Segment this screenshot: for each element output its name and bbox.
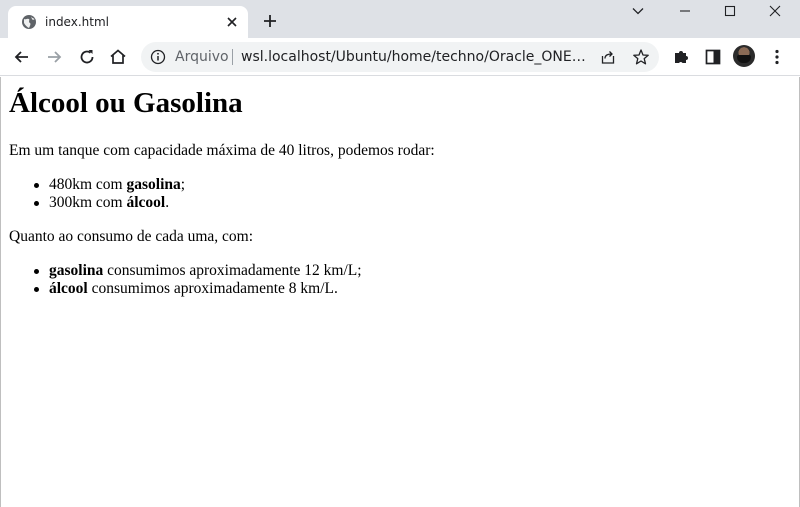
back-icon[interactable] [12,47,32,67]
consumption-list: gasolina consumimos aproximadamente 12 k… [34,262,362,298]
close-icon [769,5,781,17]
item-suffix: . [165,194,170,211]
bookmark-star-icon[interactable] [632,48,650,66]
minimize-icon [680,10,690,12]
item-suffix: ; [180,176,186,193]
item-fuel: gasolina [49,262,104,279]
maximize-button[interactable] [707,0,753,30]
item-fuel: álcool [49,280,88,297]
address-bar[interactable]: Arquivo wsl.localhost/Ubuntu/home/techno… [141,42,659,72]
item-prefix: 300km com [49,194,127,211]
intro-paragraph: Em um tanque com capacidade máxima de 40… [9,142,435,159]
globe-icon [21,14,37,30]
site-security-label: Arquivo [175,49,229,65]
close-window-button[interactable] [752,0,798,30]
list-item: álcool consumimos aproximadamente 8 km/L… [34,280,362,298]
list-item: 300km com álcool. [33,194,185,212]
tab-search-button[interactable] [615,0,661,30]
item-suffix: consumimos aproximadamente 8 km/L. [87,280,338,297]
info-icon[interactable] [150,49,166,65]
maximize-icon [724,5,736,17]
list-item: gasolina consumimos aproximadamente 12 k… [34,262,362,280]
url-text[interactable]: wsl.localhost/Ubuntu/home/techno/Oracle_… [241,49,587,65]
share-icon[interactable] [600,49,616,65]
close-tab-icon[interactable] [224,14,240,30]
minimize-button[interactable] [662,0,708,30]
forward-icon[interactable] [44,47,64,67]
item-fuel: gasolina [126,176,181,193]
side-panel-icon[interactable] [703,47,723,67]
tab-title: index.html [45,15,109,29]
browser-toolbar: Arquivo wsl.localhost/Ubuntu/home/techno… [0,38,800,76]
item-suffix: consumimos aproximadamente 12 km/L; [103,262,362,279]
range-list: 480km com gasolina; 300km com álcool. [33,176,186,212]
home-icon[interactable] [108,47,128,67]
list-item: 480km com gasolina; [33,176,186,194]
reload-icon[interactable] [77,47,97,67]
new-tab-icon[interactable] [262,13,278,29]
tab-strip: index.html [0,0,800,38]
consumption-paragraph: Quanto ao consumo de cada uma, com: [9,228,254,245]
item-prefix: 480km com [49,176,127,193]
page-viewport: Álcool ou Gasolina Em um tanque com capa… [0,77,800,507]
browser-tab[interactable]: index.html [8,6,248,38]
chevron-down-icon [632,8,644,15]
omnibox-divider [232,49,233,65]
item-fuel: álcool [126,194,166,211]
page-heading: Álcool ou Gasolina [9,87,243,119]
more-menu-icon[interactable] [767,47,787,67]
profile-avatar[interactable] [733,45,755,67]
extensions-puzzle-icon[interactable] [671,47,691,67]
